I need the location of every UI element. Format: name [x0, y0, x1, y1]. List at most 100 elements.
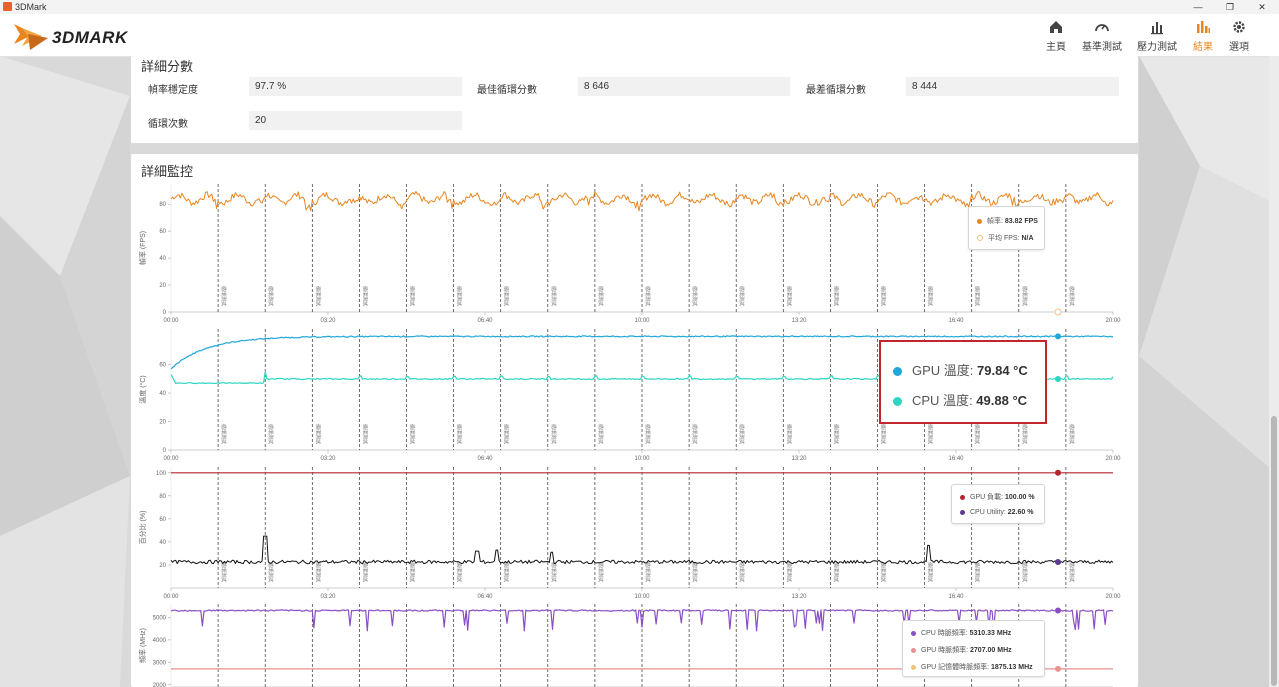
loop-marker-label: 循環測試: [785, 286, 792, 306]
cpu-clock-legend-label: CPU 時脈頻率:: [921, 630, 970, 637]
loop-marker-label: 循環測試: [1021, 286, 1028, 306]
y-tick-label: 60: [159, 229, 166, 235]
stat-value-frame-stability: 97.7 %: [249, 77, 462, 96]
loop-marker-label: 循環測試: [503, 424, 510, 444]
loop-marker-label: 循環測試: [880, 562, 887, 582]
gpu-mem-clock-legend-label: GPU 記憶體時脈頻率:: [921, 664, 992, 671]
loop-marker-label: 循環測試: [220, 286, 227, 306]
cpu-clock-hover-marker: [1055, 607, 1061, 614]
loop-marker-label: 循環測試: [550, 562, 557, 582]
x-tick-label: 00:00: [163, 456, 179, 462]
stat-label-worst-loop: 最差循環分數: [806, 85, 866, 96]
loop-marker-label: 循環測試: [738, 562, 745, 582]
loop-marker-label: 循環測試: [1068, 286, 1075, 306]
x-tick-label: 03:20: [320, 318, 336, 324]
x-tick-label: 00:00: [163, 594, 179, 600]
x-tick-label: 03:20: [320, 594, 336, 600]
utilization-legend: GPU 負載: 100.00 % CPU Utility: 22.60 %: [951, 484, 1045, 524]
gpu-temp-legend-label: GPU 溫度:: [912, 363, 978, 378]
results-icon: [1197, 21, 1210, 33]
page-scrollbar[interactable]: [1269, 56, 1279, 687]
loop-marker-label: 循環測試: [832, 562, 839, 582]
y-axis-label: 溫度 (°C): [138, 375, 147, 403]
y-axis-label: 百分比 (%): [138, 511, 147, 545]
x-tick-label: 16:40: [948, 318, 964, 324]
x-tick-label: 10:00: [634, 594, 650, 600]
loop-marker-label: 循環測試: [409, 424, 416, 444]
brand-logo[interactable]: 3DMARK: [12, 20, 152, 52]
gpu-clock-legend-label: GPU 時脈頻率:: [921, 647, 971, 654]
y-axis-label: 幀率 (FPS): [138, 231, 147, 265]
x-tick-label: 13:20: [791, 456, 807, 462]
gpu-mem-clock-legend-dot: [911, 664, 916, 670]
logo-text: 3DMARK: [52, 28, 128, 47]
loop-marker-label: 循環測試: [597, 562, 604, 582]
cpu-temp-legend-label: CPU 溫度:: [912, 393, 977, 408]
x-tick-label: 10:00: [634, 318, 650, 324]
loop-marker-label: 循環測試: [456, 562, 463, 582]
detail-monitoring-card: 詳細監控 0 20 40 60 80 幀率 (FPS) 00:00 03:20 06:40 10:…: [131, 154, 1138, 687]
loop-marker-label: 循環測試: [785, 424, 792, 444]
y-tick-label: 40: [159, 256, 166, 262]
stat-label-best-loop: 最佳循環分數: [477, 85, 537, 96]
y-tick-label: 40: [159, 391, 166, 397]
stat-label-frame-stability: 幀率穩定度: [148, 85, 198, 96]
gpu-temp-legend-dot: [893, 367, 902, 377]
maximize-button[interactable]: ❐: [1215, 0, 1245, 14]
scrollbar-thumb[interactable]: [1271, 416, 1277, 686]
loop-marker-label: 循環測試: [409, 286, 416, 306]
logo-mark-icon: [14, 24, 48, 50]
y-tick-label: 60: [159, 517, 166, 523]
loop-marker-label: 循環測試: [880, 424, 887, 444]
cpu-util-legend-label: CPU Utility:: [970, 509, 1008, 516]
temperature-legend: GPU 溫度: 79.84 °C CPU 溫度: 49.88 °C: [879, 340, 1047, 424]
loop-marker-label: 循環測試: [220, 424, 227, 444]
loop-marker-label: 循環測試: [927, 424, 934, 444]
loop-marker-label: 循環測試: [974, 286, 981, 306]
gpu-load-legend-dot: [960, 494, 965, 500]
loop-marker-label: 循環測試: [597, 424, 604, 444]
gpu-mem-clock-legend-value: 1875.13 MHz: [991, 664, 1033, 671]
gpu-clock-hover-marker: [1055, 665, 1061, 672]
nav-stress-tests[interactable]: 壓力測試: [1133, 18, 1181, 53]
window-title: 3DMark: [15, 2, 47, 12]
loop-marker-label: 循環測試: [880, 286, 887, 306]
gpu-temp-hover-marker: [1055, 333, 1061, 340]
gear-icon: [1233, 21, 1245, 33]
y-tick-label: 80: [159, 494, 166, 500]
fps-legend-label: 幀率:: [987, 218, 1005, 225]
loop-marker-label: 循環測試: [691, 562, 698, 582]
loop-marker-label: 循環測試: [314, 562, 321, 582]
gpu-load-legend-value: 100.00 %: [1005, 494, 1035, 501]
y-tick-label: 5000: [153, 615, 167, 621]
close-button[interactable]: ✕: [1247, 0, 1277, 14]
nav-benchmarks[interactable]: 基準測試: [1078, 18, 1126, 53]
fps-legend-dot: [977, 218, 982, 224]
clock-legend: CPU 時脈頻率: 5310.33 MHz GPU 時脈頻率: 2707.00 …: [902, 620, 1045, 677]
gpu-temp-legend-value: 79.84 °C: [977, 363, 1028, 378]
loop-marker-label: 循環測試: [1021, 424, 1028, 444]
stat-value-best-loop: 8 646: [578, 77, 790, 96]
nav-home[interactable]: 主頁: [1032, 18, 1080, 53]
avg-fps-legend-label: 平均 FPS:: [988, 235, 1022, 242]
y-axis-label: 頻率 (MHz): [138, 628, 147, 663]
y-tick-label: 3000: [153, 660, 167, 666]
loop-marker-label: 循環測試: [644, 562, 651, 582]
gpu-clock-legend-value: 2707.00 MHz: [970, 647, 1012, 654]
nav-options[interactable]: 選項: [1215, 18, 1263, 53]
stat-label-loop-count: 循環次數: [148, 119, 188, 130]
loop-marker-label: 循環測試: [1068, 424, 1075, 444]
x-tick-label: 10:00: [634, 456, 650, 462]
nav-label: 結果: [1193, 42, 1213, 53]
x-tick-label: 03:20: [320, 456, 336, 462]
nav-label: 基準測試: [1082, 42, 1122, 53]
y-tick-label: 20: [159, 420, 166, 426]
minimize-button[interactable]: —: [1183, 0, 1213, 14]
y-tick-label: 4000: [153, 638, 167, 644]
loop-marker-label: 循環測試: [691, 286, 698, 306]
detail-scores-title: 詳細分數: [141, 59, 194, 74]
loop-marker-label: 循環測試: [456, 286, 463, 306]
gpu-load-legend-label: GPU 負載:: [970, 494, 1006, 501]
fps-legend-value: 83.82 FPS: [1004, 218, 1038, 225]
x-tick-label: 06:40: [477, 594, 493, 600]
